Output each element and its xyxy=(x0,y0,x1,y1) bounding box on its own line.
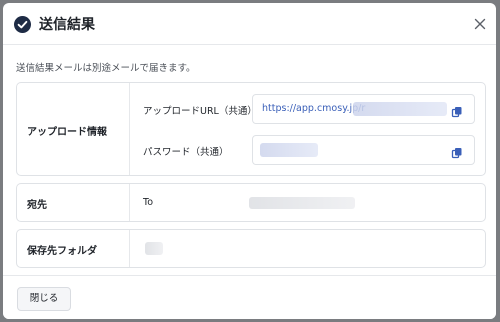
redacted-recipient xyxy=(249,197,355,209)
folder-label-cell: 保存先フォルダ xyxy=(17,230,130,267)
dialog-header: 送信結果 xyxy=(3,3,496,45)
upload-url-label: アップロードURL（共通） xyxy=(143,106,257,117)
upload-info-label-cell: アップロード情報 xyxy=(17,83,130,175)
redacted-password xyxy=(260,143,318,157)
to-label: To xyxy=(143,197,154,208)
upload-url-value[interactable]: https://app.cmosy.jp/r xyxy=(262,103,365,114)
copy-icon[interactable] xyxy=(451,103,463,118)
recipient-label: 宛先 xyxy=(27,200,47,211)
upload-info-card: アップロード情報 アップロードURL（共通） https://app.cmosy… xyxy=(16,82,486,176)
upload-url-field[interactable]: https://app.cmosy.jp/r xyxy=(252,94,475,124)
send-result-dialog: 送信結果 送信結果メールは別途メールで届きます。 アップロード情報 アップロード… xyxy=(3,3,496,319)
close-icon[interactable] xyxy=(472,16,488,32)
password-label: パスワード（共通） xyxy=(143,147,229,158)
password-field[interactable] xyxy=(252,135,475,165)
recipient-label-cell: 宛先 xyxy=(17,184,130,221)
folder-card: 保存先フォルダ xyxy=(16,229,486,268)
upload-info-label: アップロード情報 xyxy=(27,127,107,138)
recipient-card: 宛先 To xyxy=(16,183,486,222)
redacted-url xyxy=(353,102,447,116)
copy-icon[interactable] xyxy=(451,144,463,159)
check-circle-icon xyxy=(14,16,31,33)
dialog-footer: 閉じる xyxy=(3,275,496,319)
folder-label: 保存先フォルダ xyxy=(27,246,97,257)
close-button[interactable]: 閉じる xyxy=(17,287,71,311)
result-notice: 送信結果メールは別途メールで届きます。 xyxy=(16,63,196,74)
dialog-title: 送信結果 xyxy=(39,17,95,33)
redacted-folder xyxy=(145,242,163,255)
